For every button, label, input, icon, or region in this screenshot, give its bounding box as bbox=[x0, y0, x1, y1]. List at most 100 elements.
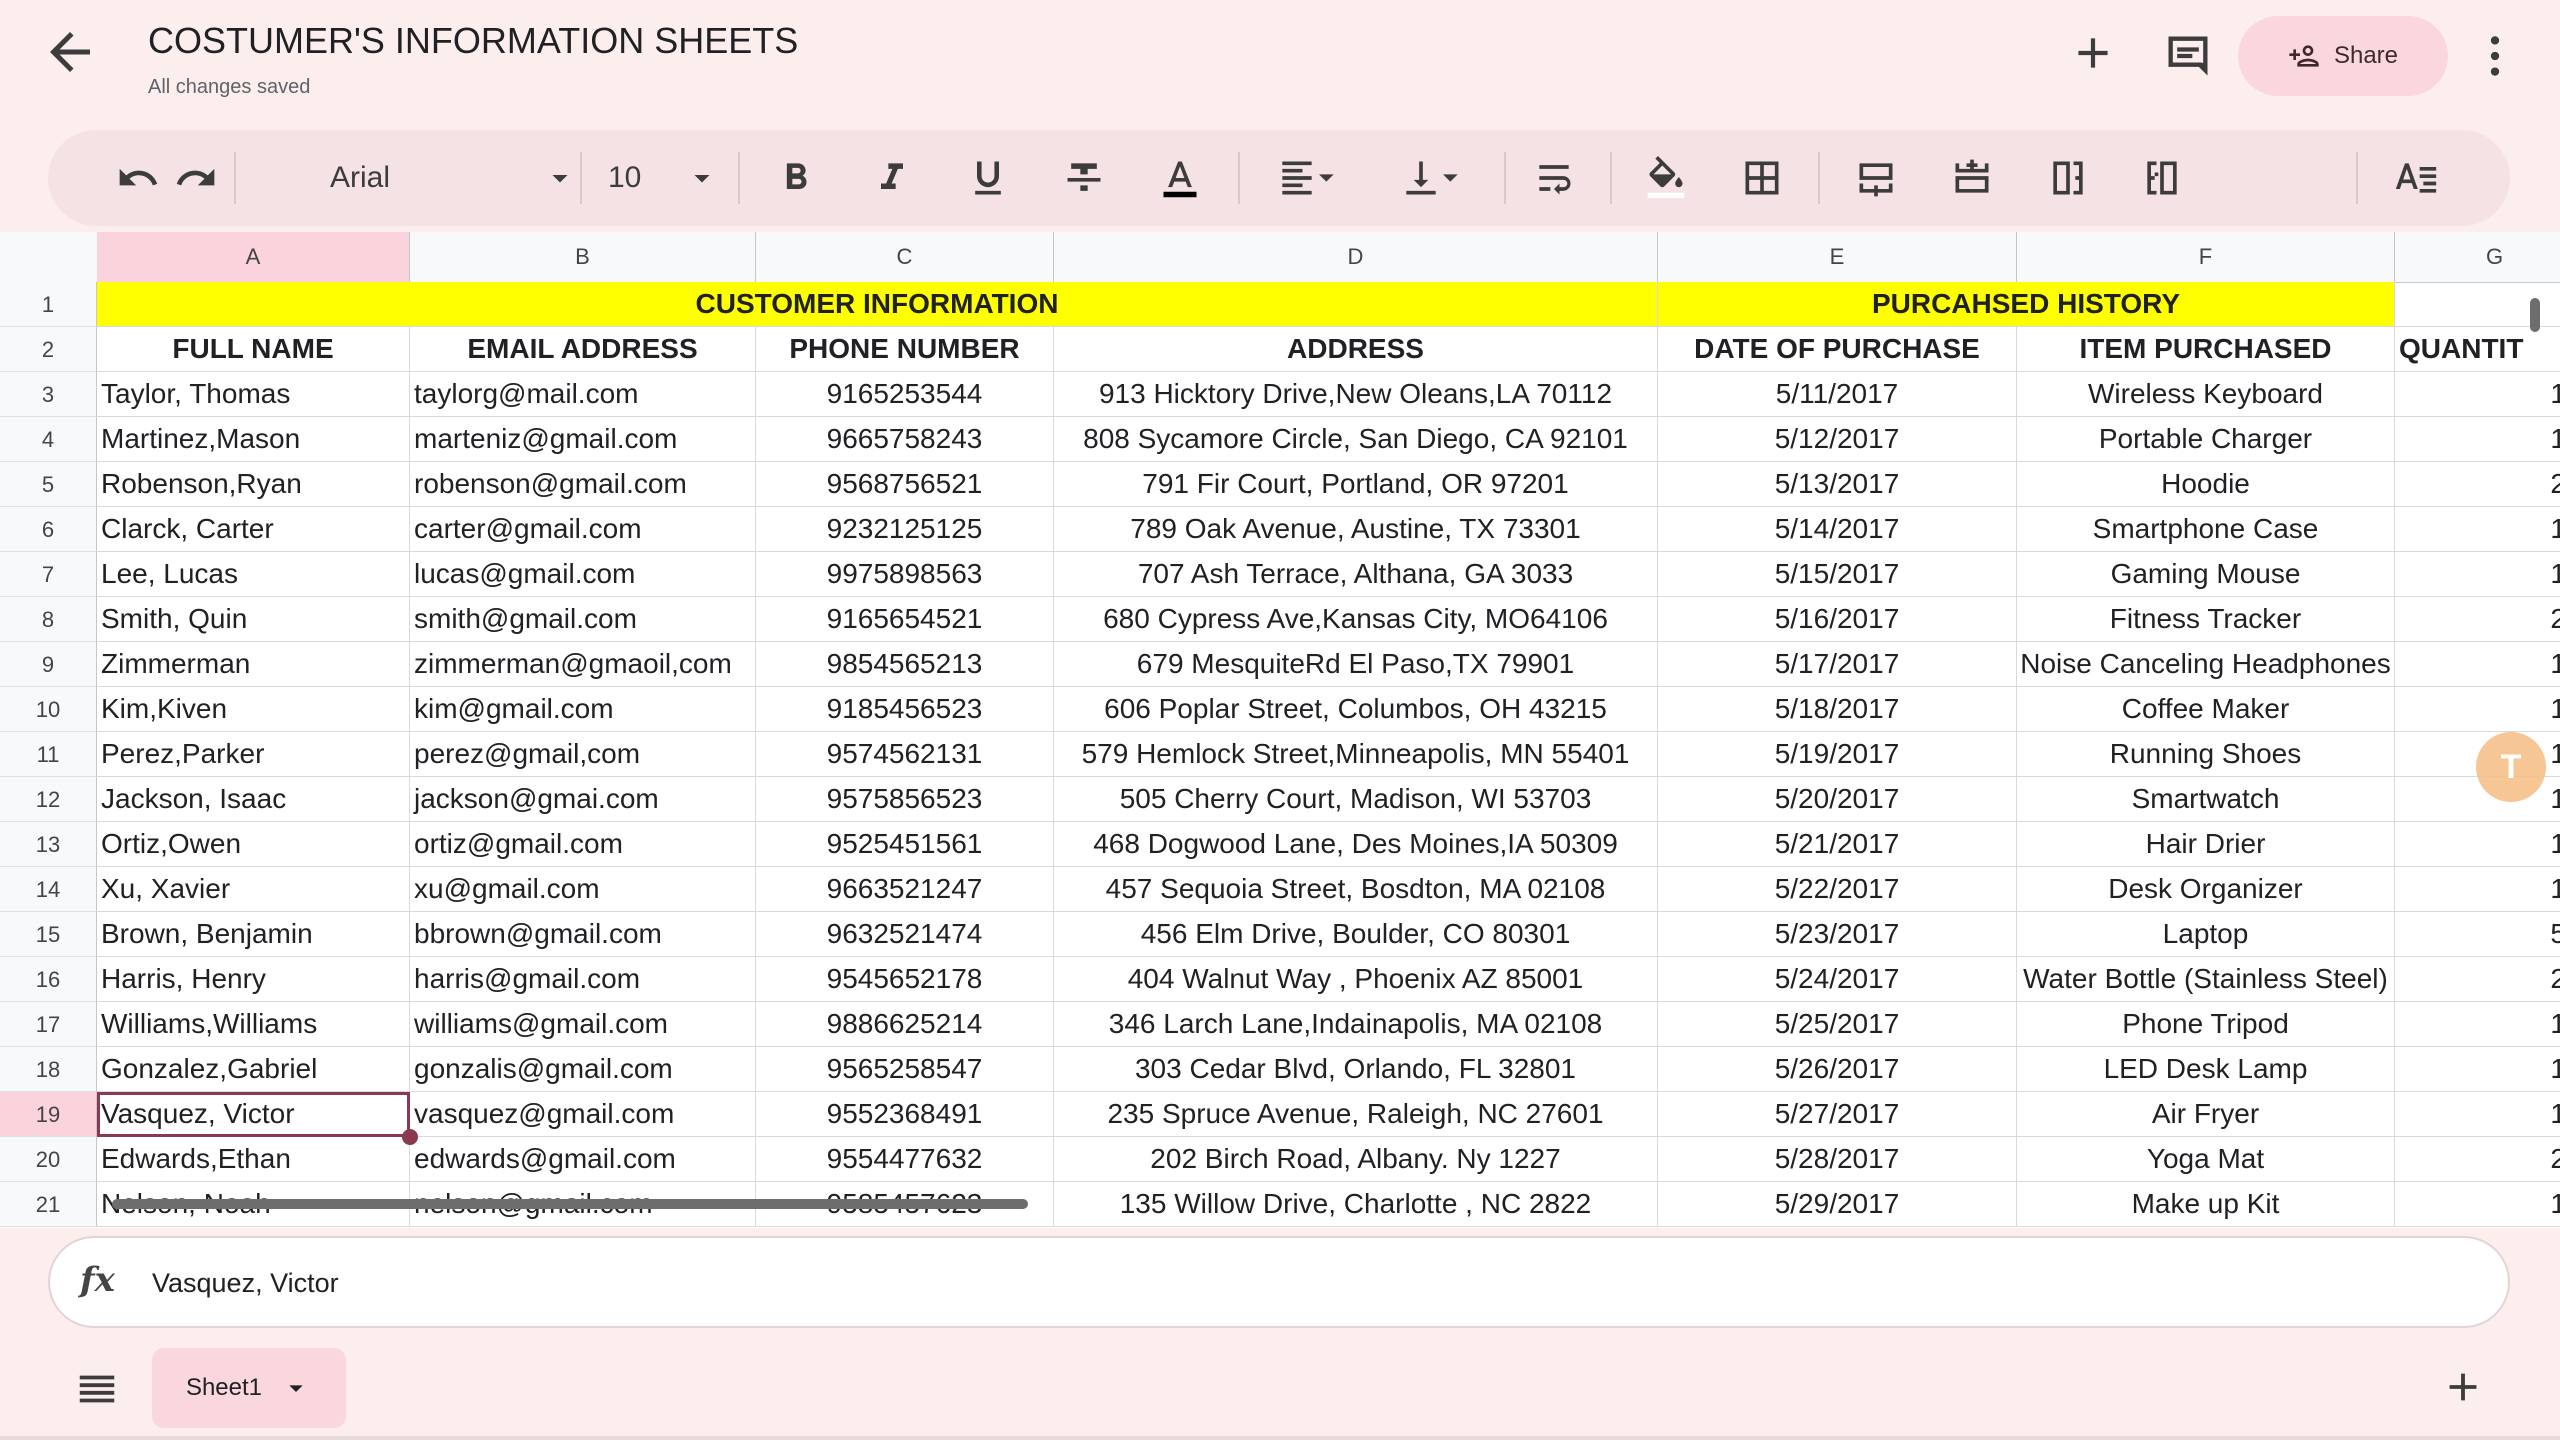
floating-assistant-icon[interactable]: T bbox=[2476, 732, 2546, 802]
row-header-10[interactable]: 10 bbox=[0, 687, 97, 732]
cell-c19[interactable]: 9552368491 bbox=[756, 1092, 1054, 1137]
cell-d7[interactable]: 707 Ash Terrace, Althana, GA 3033 bbox=[1054, 552, 1658, 597]
cell-g5[interactable]: 2 bbox=[2395, 462, 2560, 507]
cell-d14[interactable]: 457 Sequoia Street, Bosdton, MA 02108 bbox=[1054, 867, 1658, 912]
cell-g20[interactable]: 2 bbox=[2395, 1137, 2560, 1182]
column-title-b[interactable]: EMAIL ADDRESS bbox=[410, 327, 756, 372]
cell-c14[interactable]: 9663521247 bbox=[756, 867, 1054, 912]
cell-c20[interactable]: 9554477632 bbox=[756, 1137, 1054, 1182]
select-all-corner[interactable] bbox=[0, 232, 98, 282]
spreadsheet-grid[interactable]: ABCDEFG 1 2 3 4 5 6 7 8 9 10 11 12 13 14 15 16 17 18 19 20 2… bbox=[0, 232, 2560, 1228]
cell-e16[interactable]: 5/24/2017 bbox=[1658, 957, 2017, 1002]
cell-c10[interactable]: 9185456523 bbox=[756, 687, 1054, 732]
cell-d10[interactable]: 606 Poplar Street, Columbos, OH 43215 bbox=[1054, 687, 1658, 732]
cell-e7[interactable]: 5/15/2017 bbox=[1658, 552, 2017, 597]
column-header-a[interactable]: A bbox=[97, 232, 410, 282]
cell-a7[interactable]: Lee, Lucas bbox=[97, 552, 410, 597]
cell-b18[interactable]: gonzalis@gmail.com bbox=[410, 1047, 756, 1092]
cell-e21[interactable]: 5/29/2017 bbox=[1658, 1182, 2017, 1227]
cell-d17[interactable]: 346 Larch Lane,Indainapolis, MA 02108 bbox=[1054, 1002, 1658, 1047]
cell-e15[interactable]: 5/23/2017 bbox=[1658, 912, 2017, 957]
cell-a8[interactable]: Smith, Quin bbox=[97, 597, 410, 642]
column-header-g[interactable]: G bbox=[2395, 232, 2560, 282]
cell-e13[interactable]: 5/21/2017 bbox=[1658, 822, 2017, 867]
vertical-align-button[interactable] bbox=[1392, 148, 1472, 208]
cell-d16[interactable]: 404 Walnut Way , Phoenix AZ 85001 bbox=[1054, 957, 1658, 1002]
column-header-e[interactable]: E bbox=[1658, 232, 2017, 282]
row-header-8[interactable]: 8 bbox=[0, 597, 97, 642]
row-header-5[interactable]: 5 bbox=[0, 462, 97, 507]
cell-c11[interactable]: 9574562131 bbox=[756, 732, 1054, 777]
sheet-tab-sheet1[interactable]: Sheet1 bbox=[152, 1348, 346, 1428]
cell-f14[interactable]: Desk Organizer bbox=[2017, 867, 2395, 912]
cell-b14[interactable]: xu@gmail.com bbox=[410, 867, 756, 912]
cell-d4[interactable]: 808 Sycamore Circle, San Diego, CA 92101 bbox=[1054, 417, 1658, 462]
cell-e18[interactable]: 5/26/2017 bbox=[1658, 1047, 2017, 1092]
row-header-7[interactable]: 7 bbox=[0, 552, 97, 597]
cell-e12[interactable]: 5/20/2017 bbox=[1658, 777, 2017, 822]
column-title-c[interactable]: PHONE NUMBER bbox=[756, 327, 1054, 372]
row-header-15[interactable]: 15 bbox=[0, 912, 97, 957]
cell-g14[interactable]: 1 bbox=[2395, 867, 2560, 912]
more-options-button[interactable] bbox=[2480, 30, 2510, 82]
font-size-select[interactable]: 10 bbox=[608, 148, 720, 208]
cell-c16[interactable]: 9545652178 bbox=[756, 957, 1054, 1002]
cell-d15[interactable]: 456 Elm Drive, Boulder, CO 80301 bbox=[1054, 912, 1658, 957]
cell-d19[interactable]: 235 Spruce Avenue, Raleigh, NC 27601 bbox=[1054, 1092, 1658, 1137]
column-title-e[interactable]: DATE OF PURCHASE bbox=[1658, 327, 2017, 372]
row-header-12[interactable]: 12 bbox=[0, 777, 97, 822]
row-header-1[interactable]: 1 bbox=[0, 282, 97, 327]
insert-column-right-button[interactable] bbox=[2132, 148, 2192, 208]
cell-b10[interactable]: kim@gmail.com bbox=[410, 687, 756, 732]
cell-a12[interactable]: Jackson, Isaac bbox=[97, 777, 410, 822]
cell-g15[interactable]: 5 bbox=[2395, 912, 2560, 957]
cell-f4[interactable]: Portable Charger bbox=[2017, 417, 2395, 462]
row-header-11[interactable]: 11 bbox=[0, 732, 97, 777]
cell-g19[interactable]: 1 bbox=[2395, 1092, 2560, 1137]
cell-b16[interactable]: harris@gmail.com bbox=[410, 957, 756, 1002]
document-title[interactable]: COSTUMER'S INFORMATION SHEETS bbox=[148, 20, 798, 62]
cell-d13[interactable]: 468 Dogwood Lane, Des Moines,IA 50309 bbox=[1054, 822, 1658, 867]
cell-g6[interactable]: 1 bbox=[2395, 507, 2560, 552]
fill-color-button[interactable] bbox=[1636, 148, 1696, 208]
cell-c17[interactable]: 9886625214 bbox=[756, 1002, 1054, 1047]
cell-c6[interactable]: 9232125125 bbox=[756, 507, 1054, 552]
cell-a6[interactable]: Clarck, Carter bbox=[97, 507, 410, 552]
cell-a11[interactable]: Perez,Parker bbox=[97, 732, 410, 777]
cell-d6[interactable]: 789 Oak Avenue, Austine, TX 73301 bbox=[1054, 507, 1658, 552]
row-header-19[interactable]: 19 bbox=[0, 1092, 97, 1137]
formula-input[interactable]: Vasquez, Victor bbox=[152, 1268, 339, 1299]
banner-purchased-history[interactable]: PURCAHSED HISTORY bbox=[1658, 282, 2395, 327]
cell-e11[interactable]: 5/19/2017 bbox=[1658, 732, 2017, 777]
cell-b19[interactable]: vasquez@gmail.com bbox=[410, 1092, 756, 1137]
comments-button[interactable] bbox=[2162, 30, 2214, 82]
row-header-6[interactable]: 6 bbox=[0, 507, 97, 552]
cell-b9[interactable]: zimmerman@gmaoil,com bbox=[410, 642, 756, 687]
formula-bar[interactable]: fx Vasquez, Victor bbox=[48, 1236, 2510, 1328]
column-header-f[interactable]: F bbox=[2017, 232, 2395, 282]
cell-d9[interactable]: 679 MesquiteRd El Paso,TX 79901 bbox=[1054, 642, 1658, 687]
cell-b13[interactable]: ortiz@gmail.com bbox=[410, 822, 756, 867]
vertical-scrollbar[interactable] bbox=[2530, 298, 2540, 332]
column-header-b[interactable]: B bbox=[410, 232, 756, 282]
column-title-d[interactable]: ADDRESS bbox=[1054, 327, 1658, 372]
cell-b11[interactable]: perez@gmail,com bbox=[410, 732, 756, 777]
cell-a14[interactable]: Xu, Xavier bbox=[97, 867, 410, 912]
underline-button[interactable] bbox=[958, 148, 1018, 208]
column-title-a[interactable]: FULL NAME bbox=[97, 327, 410, 372]
cell-a18[interactable]: Gonzalez,Gabriel bbox=[97, 1047, 410, 1092]
cell-e14[interactable]: 5/22/2017 bbox=[1658, 867, 2017, 912]
cell-g13[interactable]: 1 bbox=[2395, 822, 2560, 867]
cell-e17[interactable]: 5/25/2017 bbox=[1658, 1002, 2017, 1047]
cell-b8[interactable]: smith@gmail.com bbox=[410, 597, 756, 642]
cell-g9[interactable]: 1 bbox=[2395, 642, 2560, 687]
cell-c9[interactable]: 9854565213 bbox=[756, 642, 1054, 687]
cell-g8[interactable]: 2 bbox=[2395, 597, 2560, 642]
cell-a4[interactable]: Martinez,Mason bbox=[97, 417, 410, 462]
undo-button[interactable] bbox=[108, 148, 168, 208]
row-header-21[interactable]: 21 bbox=[0, 1182, 97, 1227]
cell-a19[interactable]: Vasquez, Victor bbox=[97, 1092, 410, 1137]
cell-f16[interactable]: Water Bottle (Stainless Steel) bbox=[2017, 957, 2395, 1002]
cell-f18[interactable]: LED Desk Lamp bbox=[2017, 1047, 2395, 1092]
cell-g16[interactable]: 2 bbox=[2395, 957, 2560, 1002]
